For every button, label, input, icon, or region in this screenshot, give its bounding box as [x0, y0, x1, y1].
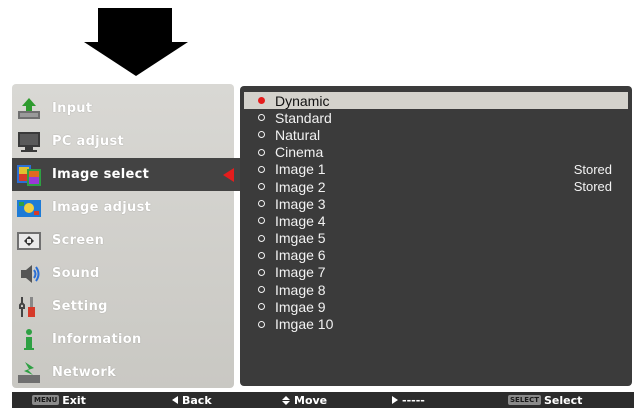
option-label: Image 4: [275, 212, 326, 229]
down-arrow-icon: [84, 8, 188, 76]
option-image-9[interactable]: Imgae 9: [244, 298, 628, 315]
menu-item-setting[interactable]: Setting: [12, 290, 234, 323]
option-label: Imgae 5: [275, 230, 326, 247]
menu-item-image-adjust[interactable]: Image adjust: [12, 191, 234, 224]
option-label: Image 1: [275, 161, 326, 178]
option-image-3[interactable]: Image 3: [244, 195, 628, 212]
option-label: Image 3: [275, 195, 326, 212]
option-label: Image 6: [275, 247, 326, 264]
radio-bullet: [258, 217, 265, 225]
stored-status: Stored: [573, 179, 612, 195]
radio-bullet: [258, 320, 265, 328]
radio-bullet: [258, 303, 265, 311]
option-natural[interactable]: Natural: [244, 126, 628, 143]
image-select-icon: [16, 163, 42, 187]
menu-item-label: Screen: [52, 233, 105, 248]
up-down-arrow-icon: [282, 395, 290, 405]
radio-bullet: [258, 286, 265, 294]
left-arrow-icon: [172, 396, 178, 404]
radio-bullet: [258, 114, 265, 122]
menu-key-badge: MENU: [32, 395, 60, 405]
input-icon: [16, 97, 42, 121]
menu-item-label: Image adjust: [52, 200, 152, 215]
menu-item-label: PC adjust: [52, 134, 125, 149]
radio-bullet: [258, 268, 265, 276]
option-image-8[interactable]: Image 8: [244, 281, 628, 298]
stored-status: Stored: [573, 161, 612, 177]
screen-icon: [16, 229, 42, 253]
menu-item-label: Sound: [52, 266, 100, 281]
radio-bullet: [258, 148, 265, 156]
option-image-2[interactable]: Image 2 Stored: [244, 178, 628, 195]
option-label: Standard: [275, 109, 332, 126]
radio-bullet: [258, 131, 265, 139]
menu-item-screen[interactable]: Screen: [12, 224, 234, 257]
setting-icon: [16, 295, 42, 319]
network-icon: [16, 361, 42, 385]
radio-bullet: [258, 183, 265, 191]
option-label: Cinema: [275, 144, 324, 161]
option-image-1[interactable]: Image 1 Stored: [244, 161, 628, 178]
option-image-7[interactable]: Image 7: [244, 264, 628, 281]
menu-item-sound[interactable]: Sound: [12, 257, 234, 290]
menu-item-label: Input: [52, 101, 93, 116]
menu-item-image-select[interactable]: Image select: [12, 158, 252, 191]
menu-item-pc-adjust[interactable]: PC adjust: [12, 125, 234, 158]
information-icon: [16, 328, 42, 352]
sound-icon: [16, 262, 42, 286]
menu-item-label: Setting: [52, 299, 108, 314]
option-label: Imgae 9: [275, 298, 326, 315]
option-label: Dynamic: [275, 92, 330, 109]
next-hint: -----: [392, 394, 425, 407]
menu-item-network[interactable]: Network: [12, 356, 234, 389]
exit-label: Exit: [62, 393, 86, 407]
main-menu: Input PC adjust Image select Image adjus…: [12, 84, 252, 389]
move-hint: Move: [282, 394, 327, 407]
option-label: Imgae 10: [275, 316, 334, 333]
select-label: Select: [543, 393, 583, 407]
radio-bullet: [258, 97, 265, 105]
option-cinema[interactable]: Cinema: [244, 144, 628, 161]
radio-bullet: [258, 165, 265, 173]
selection-pointer-icon: [223, 168, 234, 182]
exit-hint[interactable]: MENU Exit: [32, 394, 86, 407]
option-dynamic[interactable]: Dynamic: [244, 92, 628, 110]
radio-bullet: [258, 234, 265, 242]
radio-bullet: [258, 200, 265, 208]
back-label: Back: [182, 393, 212, 407]
back-hint[interactable]: Back: [172, 394, 212, 407]
menu-item-input[interactable]: Input: [12, 92, 234, 125]
option-image-5[interactable]: Imgae 5: [244, 230, 628, 247]
image-adjust-icon: [16, 196, 42, 220]
option-image-6[interactable]: Image 6: [244, 247, 628, 264]
option-label: Natural: [275, 126, 321, 143]
option-image-10[interactable]: Imgae 10: [244, 315, 628, 332]
osd-menu: Input PC adjust Image select Image adjus…: [12, 84, 634, 408]
menu-item-label: Image select: [52, 167, 150, 182]
guide-bar: MENU Exit Back Move ----- SELECT Select: [12, 392, 634, 408]
menu-item-label: Information: [52, 332, 142, 347]
next-label: -----: [402, 393, 425, 407]
move-label: Move: [294, 393, 328, 407]
right-arrow-icon: [392, 396, 398, 404]
option-label: Image 7: [275, 264, 326, 281]
option-label: Image 8: [275, 281, 326, 298]
option-standard[interactable]: Standard: [244, 109, 628, 126]
option-image-4[interactable]: Image 4: [244, 212, 628, 229]
option-label: Image 2: [275, 178, 326, 195]
radio-bullet: [258, 251, 265, 259]
image-select-panel: Dynamic Standard Natural Cinema Image 1 …: [240, 86, 632, 386]
menu-item-information[interactable]: Information: [12, 323, 234, 356]
menu-item-label: Network: [52, 365, 117, 380]
select-key-badge: SELECT: [508, 395, 541, 405]
pc-adjust-icon: [16, 130, 42, 154]
select-hint[interactable]: SELECT Select: [508, 394, 582, 407]
